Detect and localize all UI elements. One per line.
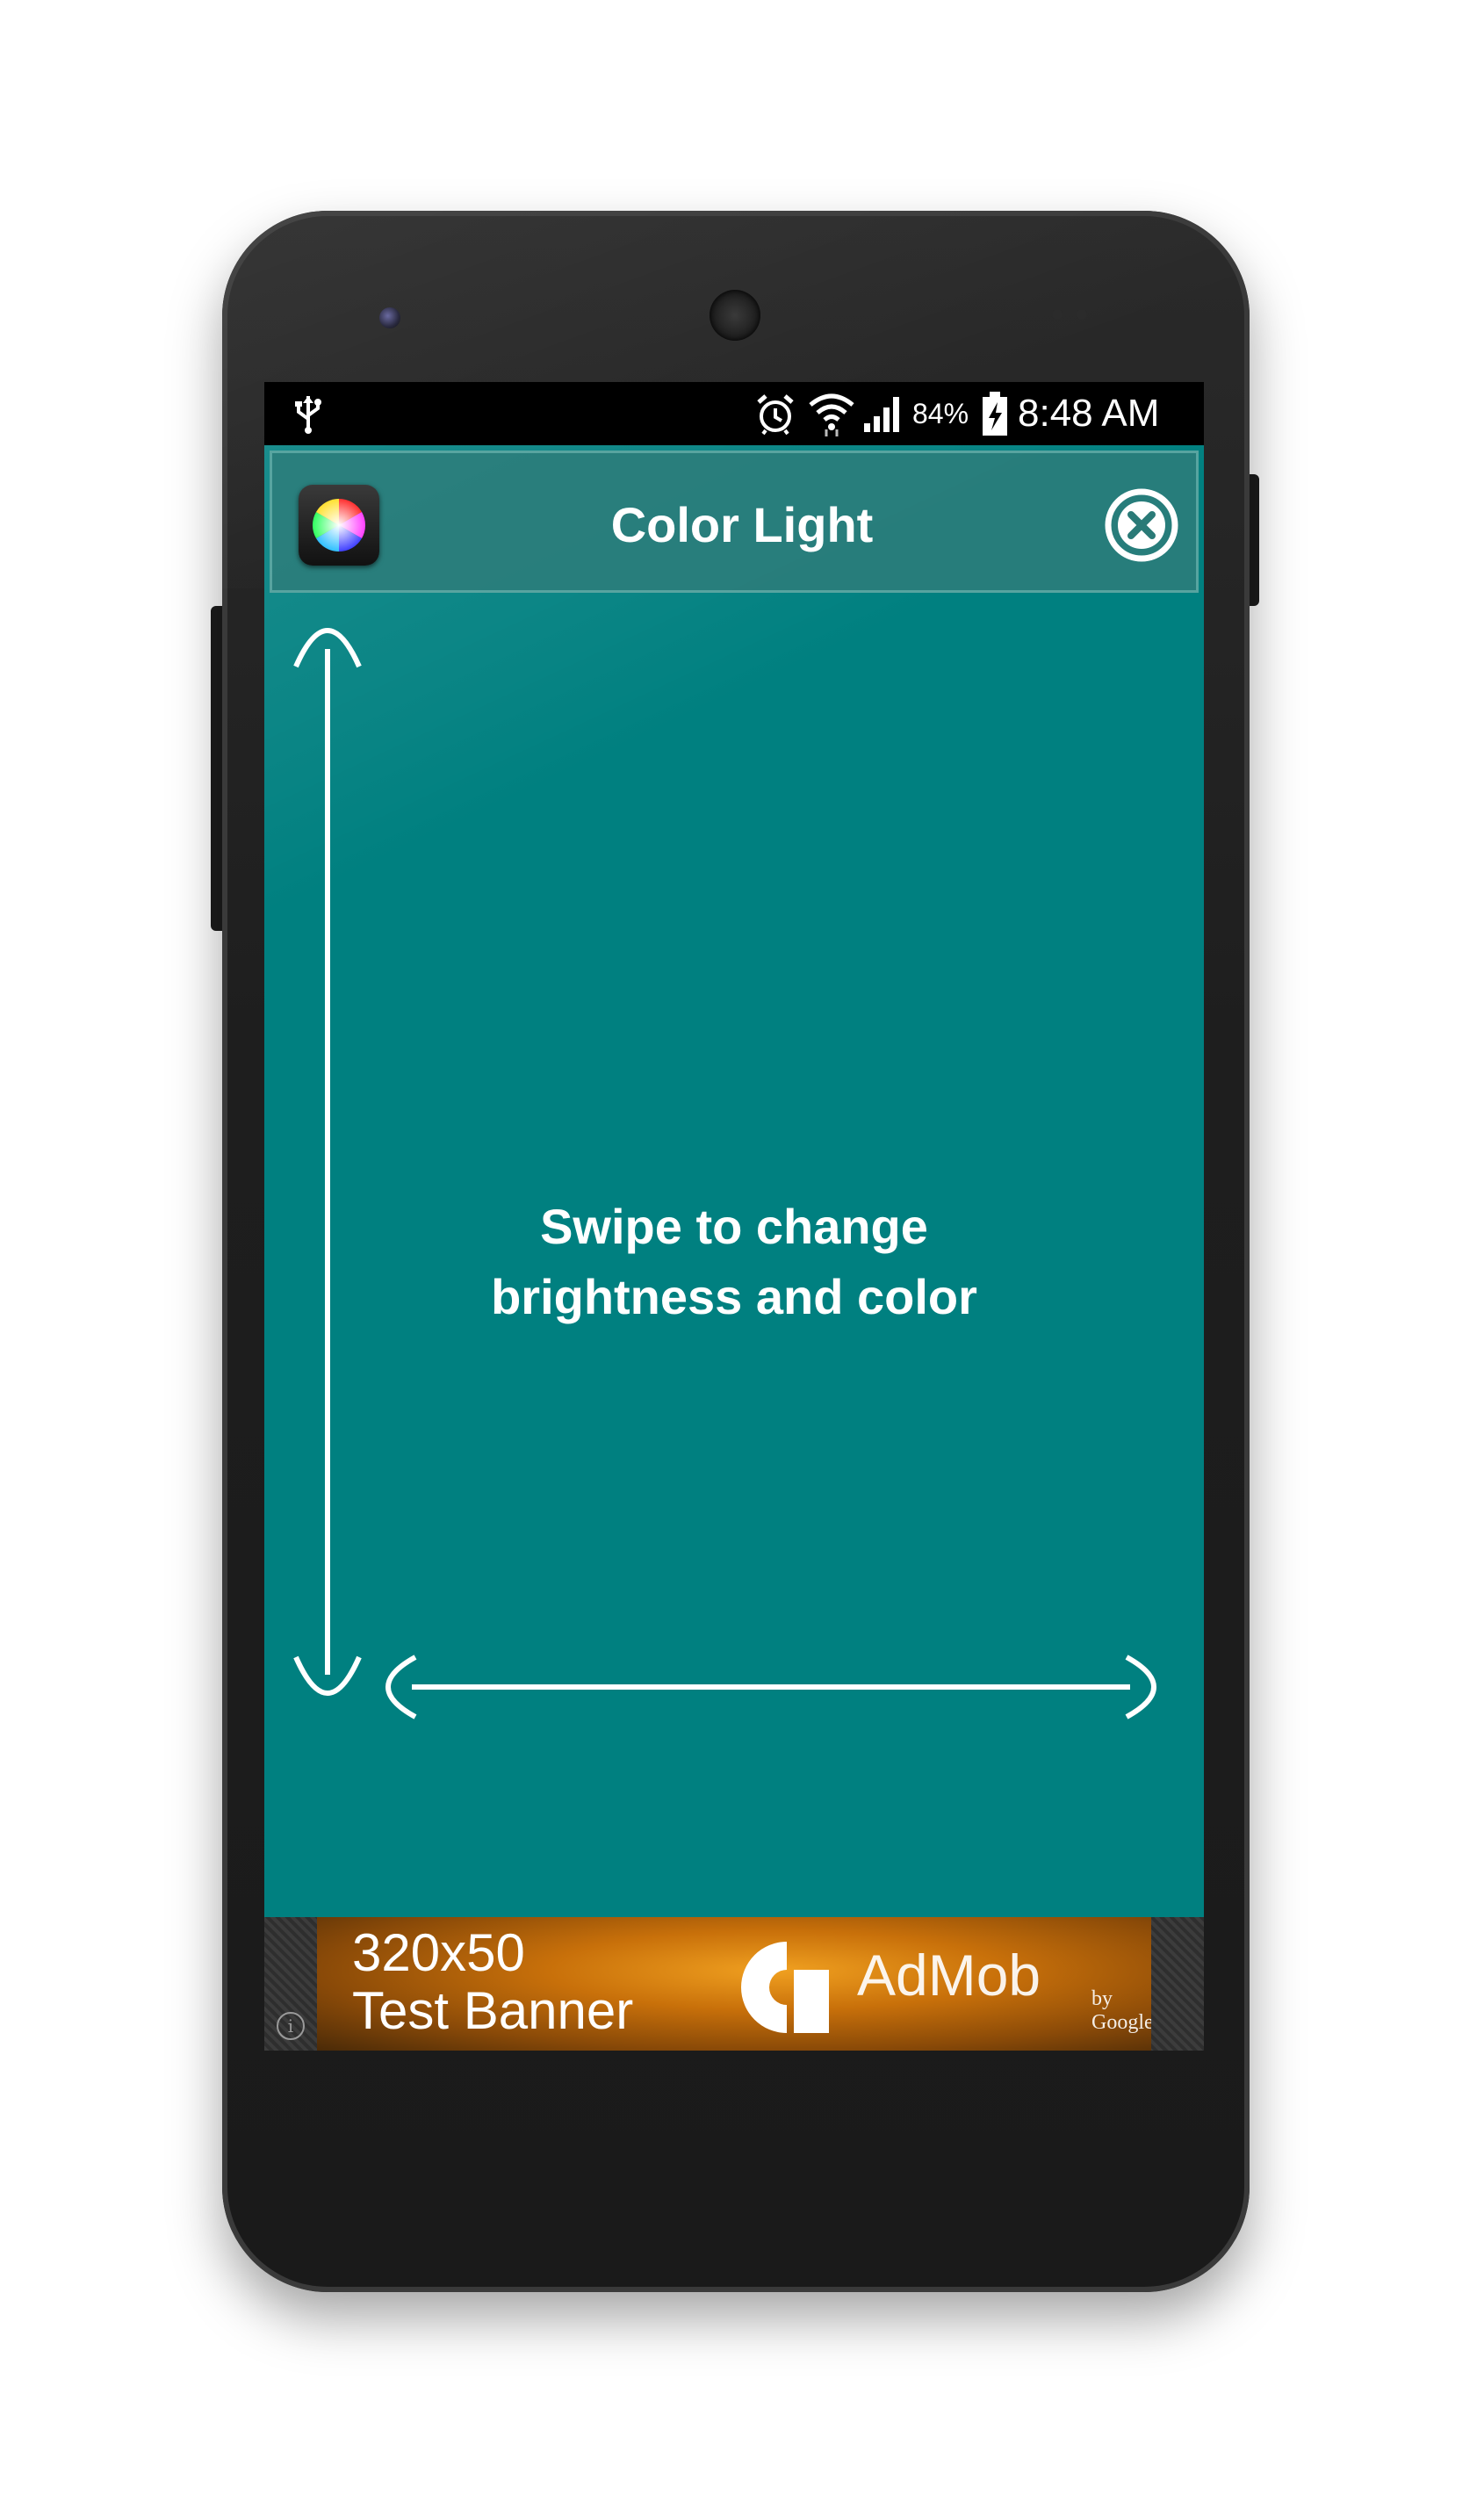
front-camera xyxy=(379,307,400,328)
instructions-line-1: Swipe to change xyxy=(540,1199,928,1254)
proximity-sensor xyxy=(1052,309,1063,320)
instructions-line-2: brightness and color xyxy=(491,1269,977,1324)
admob-logo-icon xyxy=(741,1942,829,2033)
ad-size-label: 320x50 xyxy=(352,1923,525,1982)
page: 84% 8:48 AM Color Light Swipe to change … xyxy=(0,0,1484,2509)
arrow-right-icon xyxy=(1125,1655,1156,1720)
arrow-left-icon xyxy=(385,1655,417,1720)
ad-banner[interactable]: i 320x50 Test Banner AdMob by Google xyxy=(264,1917,1204,2051)
swipe-arrows xyxy=(293,628,1156,1720)
phone-screen: 84% 8:48 AM Color Light Swipe to change … xyxy=(264,382,1204,2051)
volume-button xyxy=(211,606,223,931)
battery-charging-icon xyxy=(977,382,1012,445)
earpiece-speaker xyxy=(710,290,760,341)
ad-test-label: Test Banner xyxy=(352,1981,634,2040)
swipe-instructions: Swipe to change brightness and color xyxy=(352,1192,1116,1332)
clock: 8:48 AM xyxy=(1018,392,1160,435)
usb-icon xyxy=(291,382,326,445)
ad-by-google: by Google xyxy=(1091,1987,1151,2034)
light-sensor xyxy=(1077,309,1087,320)
status-bar: 84% 8:48 AM xyxy=(264,382,1204,445)
alarm-icon xyxy=(753,382,798,445)
wifi-icon xyxy=(807,382,856,445)
ad-info-icon[interactable]: i xyxy=(277,2012,305,2040)
ad-creative[interactable]: 320x50 Test Banner AdMob by Google xyxy=(317,1917,1151,2051)
signal-icon xyxy=(861,382,905,445)
ad-brand: AdMob xyxy=(857,1943,1041,2008)
battery-percent: 84% xyxy=(911,397,969,429)
color-light-surface[interactable]: Color Light Swipe to change brightness a… xyxy=(264,445,1204,1917)
